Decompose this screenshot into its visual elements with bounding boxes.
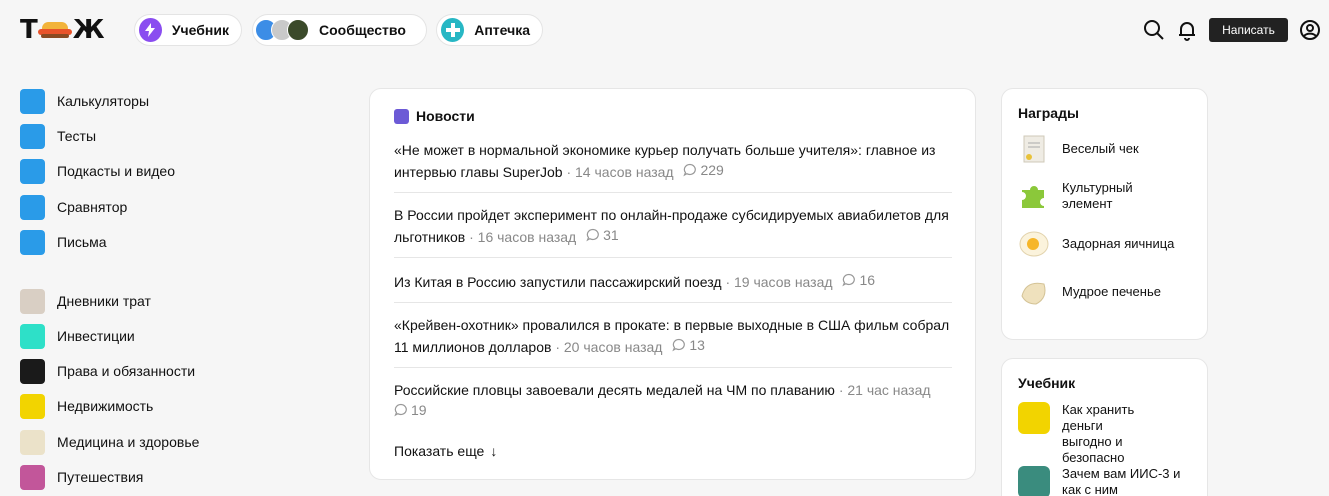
show-more-button[interactable]: Показать еще ↓ <box>394 443 497 459</box>
textbook-card: Учебник Как хранить деньги выгодно и без… <box>1001 358 1208 496</box>
comments-count[interactable]: 31 <box>586 225 619 245</box>
gamepad-icon <box>20 123 45 149</box>
award-item[interactable]: Культурный элемент <box>1018 180 1158 212</box>
search-icon[interactable] <box>1143 19 1165 41</box>
arrow-down-icon: ↓ <box>490 443 498 459</box>
comment-icon <box>586 228 599 242</box>
sidebar-item-travel[interactable]: Путешествия <box>20 464 143 490</box>
write-button[interactable]: Написать <box>1209 18 1288 42</box>
aid-pill-button[interactable]: Аптечка <box>436 14 543 46</box>
study-pill-label: Учебник <box>171 22 229 38</box>
top-header: Т Ж Учебник Сообщество Аптечка Написать <box>0 0 1329 62</box>
textbook-cover-icon <box>1018 402 1050 434</box>
awards-card: Награды Веселый чек Культурный элемент З… <box>1001 88 1208 340</box>
cookie-icon <box>1018 276 1050 308</box>
sidebar-item-comparator[interactable]: Сравнятор <box>20 194 127 220</box>
news-item[interactable]: В России пройдет эксперимент по онлайн-п… <box>394 205 952 247</box>
sidebar-item-spending-diaries[interactable]: Дневники трат <box>20 288 151 314</box>
aid-pill-label: Аптечка <box>474 22 530 38</box>
sidebar-item-podcasts[interactable]: Подкасты и видео <box>20 158 175 184</box>
news-card: Новости «Не может в нормальной экономике… <box>369 88 976 480</box>
sidebar-item-letters[interactable]: Письма <box>20 229 107 255</box>
divider <box>394 192 952 193</box>
letter-icon <box>20 229 45 255</box>
textbook-item[interactable]: Как хранить деньги выгодно и безопасно <box>1018 402 1148 466</box>
comment-icon <box>394 403 407 417</box>
comment-icon <box>683 163 697 177</box>
comments-count[interactable]: 13 <box>672 335 705 355</box>
award-item[interactable]: Мудрое печенье <box>1018 276 1198 308</box>
sidebar-item-realty[interactable]: Недвижимость <box>20 393 153 419</box>
lightning-icon <box>139 18 162 42</box>
news-item[interactable]: Из Китая в Россию запустили пассажирский… <box>394 270 952 292</box>
play-icon <box>20 158 45 184</box>
community-pill-label: Сообщество <box>319 22 406 38</box>
news-item[interactable]: «Крейвен-охотник» провалился в прокате: … <box>394 315 952 357</box>
diary-icon <box>20 288 45 314</box>
plus-icon <box>441 18 465 42</box>
investments-icon <box>20 323 45 349</box>
awards-title: Награды <box>1018 105 1079 121</box>
receipt-icon <box>1018 133 1050 165</box>
suitcase-icon <box>20 464 45 490</box>
news-item[interactable]: Российские пловцы завоевали десять медал… <box>394 380 952 422</box>
textbook-title: Учебник <box>1018 375 1076 391</box>
house-icon <box>20 393 45 419</box>
bandage-icon <box>20 429 45 455</box>
divider <box>394 302 952 303</box>
profile-icon[interactable] <box>1299 19 1321 41</box>
comment-icon <box>672 338 686 352</box>
sidebar-item-investments[interactable]: Инвестиции <box>20 323 135 349</box>
sidebar-item-tests[interactable]: Тесты <box>20 123 96 149</box>
award-item[interactable]: Веселый чек <box>1018 133 1198 165</box>
egg-icon <box>1018 228 1050 260</box>
comments-count[interactable]: 16 <box>842 270 875 290</box>
comments-count[interactable]: 19 <box>394 400 427 420</box>
community-avatars <box>255 19 309 41</box>
sidebar-item-rights[interactable]: Права и обязанности <box>20 358 195 384</box>
comments-count[interactable]: 229 <box>683 160 724 180</box>
calculator-icon <box>20 88 45 114</box>
compare-icon <box>20 194 45 220</box>
sidebar-item-medicine[interactable]: Медицина и здоровье <box>20 429 199 455</box>
textbook-cover-icon <box>1018 466 1050 496</box>
bell-icon[interactable] <box>1176 19 1198 41</box>
community-pill-button[interactable]: Сообщество <box>252 14 427 46</box>
divider <box>394 257 952 258</box>
study-pill-button[interactable]: Учебник <box>134 14 242 46</box>
puzzle-icon <box>1018 180 1050 212</box>
avatar <box>287 19 309 41</box>
award-item[interactable]: Задорная яичница <box>1018 228 1198 260</box>
sidebar-item-calculators[interactable]: Калькуляторы <box>20 88 149 114</box>
comment-icon <box>842 273 856 287</box>
gavel-icon <box>20 358 45 384</box>
divider <box>394 367 952 368</box>
news-icon <box>394 108 409 124</box>
news-item[interactable]: «Не может в нормальной экономике курьер … <box>394 140 952 182</box>
logo[interactable]: Т Ж <box>20 15 105 45</box>
cake-logo-icon <box>37 22 72 38</box>
news-header: Новости <box>394 108 475 124</box>
news-title: Новости <box>416 108 475 124</box>
textbook-item[interactable]: Зачем вам ИИС-3 и как с ним <box>1018 466 1198 496</box>
